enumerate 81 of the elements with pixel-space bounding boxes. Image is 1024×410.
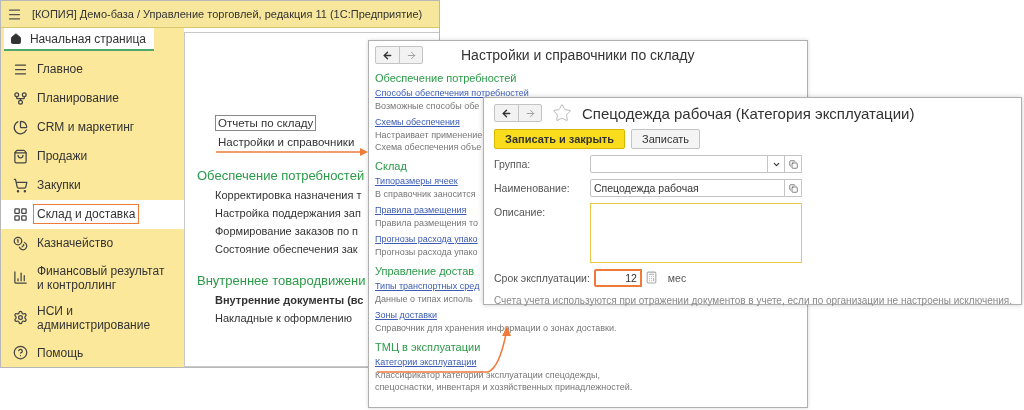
left-arrow-icon <box>382 49 393 61</box>
sidebar-item[interactable]: Закупки <box>1 170 184 200</box>
section-title: Обеспечение потребностей <box>375 71 517 85</box>
link-description: Схема обеспечения объе <box>375 141 482 153</box>
sidebar-item[interactable]: Казначейство <box>1 228 184 258</box>
sidebar-item[interactable]: Склад и доставка <box>1 199 184 229</box>
home-tab[interactable]: Начальная страница <box>4 28 154 52</box>
link-description: Правила размещения то <box>375 217 478 229</box>
window-title: Настройки и справочники по складу <box>461 47 695 63</box>
field-label: Наименование: <box>494 181 571 196</box>
window-title: [КОПИЯ] Демо-база / Управление торговлей, редакция 11 (1С:Предприятие) <box>32 8 423 20</box>
field-label: Срок эксплуатации: <box>494 271 591 286</box>
field-label: Описание: <box>494 205 547 220</box>
sidebar-item[interactable]: Планирование <box>1 83 184 113</box>
shopping-bag-icon <box>13 148 28 164</box>
catalog-link[interactable]: Типоразмеры ячеек <box>375 174 458 188</box>
field-label: Группа: <box>494 157 532 172</box>
list-icon <box>13 61 28 77</box>
term-field[interactable]: 12 <box>593 269 642 287</box>
star-icon[interactable] <box>552 103 572 123</box>
right-arrow-icon <box>405 49 417 61</box>
catalog-link[interactable]: Зоны доставки <box>375 308 437 322</box>
gear-icon <box>13 310 28 326</box>
calculator-icon[interactable] <box>644 271 658 284</box>
sidebar-item[interactable]: Финансовый результат и контроллинг <box>1 257 184 298</box>
dropdown-button[interactable] <box>768 155 785 173</box>
copy-icon <box>788 159 798 169</box>
catalog-link[interactable]: Типы транспортных сред <box>375 279 480 293</box>
open-button[interactable] <box>785 179 802 197</box>
link-description: спецоснастки, инвентаря и хозяйственных принадлежностей. <box>375 381 633 393</box>
description-field[interactable] <box>590 203 802 263</box>
copy-icon <box>788 183 798 193</box>
section-title: Управление достав <box>375 264 475 278</box>
command-link[interactable]: Состояние обеспечения зак <box>215 243 358 255</box>
sidebar-item[interactable]: Помощь <box>1 338 184 367</box>
left-arrow-icon <box>501 107 512 119</box>
catalog-link[interactable]: Способы обеспечения потребностей <box>375 86 529 100</box>
window-title: Спецодежда рабочая (Категория эксплуатации) <box>582 104 915 122</box>
command-link[interactable]: Настройка поддержания зап <box>215 207 361 219</box>
right-arrow-icon <box>524 107 536 119</box>
help-icon <box>13 345 28 360</box>
command-link[interactable]: Корректировка назначения т <box>215 189 362 201</box>
nav-link[interactable]: Отчеты по складу <box>215 115 317 131</box>
sidebar-item[interactable]: Продажи <box>1 141 184 171</box>
link-description: В справочник заносится <box>375 188 476 200</box>
group-field[interactable] <box>590 155 768 173</box>
save-close-button[interactable]: Записать и закрыть <box>494 129 626 149</box>
info-text: Счета учета используются при отражении документов в учете, если по организации не настроены исключения. <box>494 295 1011 306</box>
sidebar-item[interactable]: Главное <box>1 54 184 84</box>
link-description: Справочник для хранения информации о зонах доставки. <box>375 322 617 334</box>
link-description: Данные о типах исполь <box>375 293 473 305</box>
branch-icon <box>13 90 28 106</box>
nav-link[interactable]: Настройки и справочники <box>215 134 358 150</box>
command-link[interactable]: Внутренние документы (вс <box>215 294 364 306</box>
catalog-link[interactable]: Правила размещения <box>375 203 467 217</box>
link-description: Возможные способы обе <box>375 100 480 112</box>
sidebar-item[interactable]: CRM и маркетинг <box>1 112 184 142</box>
home-icon <box>10 31 22 46</box>
menu-icon[interactable] <box>7 6 22 22</box>
grid-icon <box>13 206 28 222</box>
section-title: Обеспечение потребностей <box>197 168 365 183</box>
coins-icon <box>13 235 28 251</box>
link-description: Прогнозы расхода упако <box>375 246 478 258</box>
catalog-link[interactable]: Схемы обеспечения <box>375 115 460 129</box>
command-link[interactable]: Накладные к оформлению <box>215 312 352 324</box>
cart-icon <box>13 177 28 193</box>
link-description: Классификатор категорий эксплуатации спецодежды, <box>375 369 600 381</box>
section-title: ТМЦ в эксплуатации <box>375 340 481 354</box>
command-link[interactable]: Формирование заказов по п <box>215 225 358 237</box>
unit-label: мес <box>667 271 687 286</box>
bar-chart-icon <box>13 270 28 286</box>
section-title: Внутреннее товародвижени <box>197 273 366 288</box>
catalog-link[interactable]: Прогнозы расхода упако <box>375 232 478 246</box>
section-title: Склад <box>375 159 407 173</box>
sidebar-item[interactable]: НСИ и администрирование <box>1 297 184 338</box>
open-button[interactable] <box>785 155 802 173</box>
catalog-link[interactable]: Категории эксплуатации <box>375 355 477 369</box>
name-field[interactable]: Спецодежда рабочая <box>590 179 785 197</box>
save-button[interactable]: Записать <box>631 129 701 149</box>
pie-chart-icon <box>13 119 28 135</box>
link-description: Настраивает применение <box>375 129 483 141</box>
